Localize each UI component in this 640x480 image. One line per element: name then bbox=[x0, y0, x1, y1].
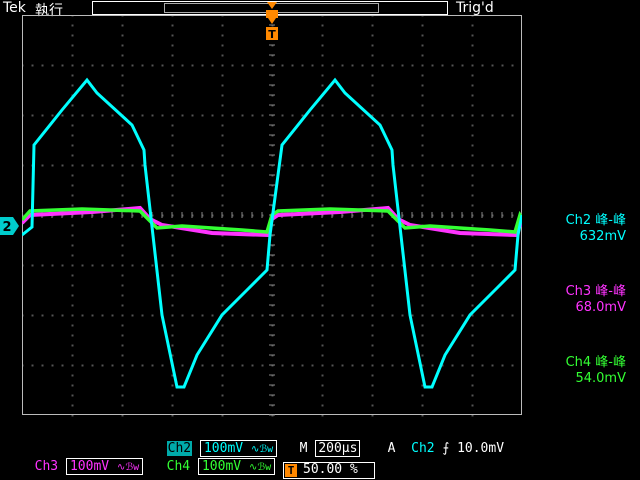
ch3-label: Ch3 bbox=[34, 459, 59, 474]
measurement-value: 68.0mV bbox=[575, 300, 626, 315]
svg-text:2: 2 bbox=[2, 220, 11, 235]
ch4-scale: 100mV bbox=[201, 459, 242, 474]
ch2-pk-pk-measurement[interactable]: Ch2 峰-峰 632mV bbox=[536, 213, 626, 245]
trigger-mode: A bbox=[387, 441, 396, 456]
ch4-coupling-icon: ∿ℬw bbox=[248, 462, 272, 473]
waveform-display[interactable] bbox=[22, 15, 522, 425]
measurement-value: 54.0mV bbox=[575, 371, 626, 386]
ch4-pk-pk-measurement[interactable]: Ch4 峰-峰 54.0mV bbox=[536, 355, 626, 387]
trigger-status: Trig'd bbox=[456, 0, 494, 16]
ch3-coupling-icon: ∿ℬw bbox=[116, 462, 140, 473]
trigger-position-marker[interactable]: T bbox=[263, 0, 281, 42]
trigger-marker-label: T bbox=[268, 28, 276, 41]
measurement-label: Ch2 峰-峰 bbox=[565, 213, 626, 228]
trigger-source: Ch2 bbox=[411, 441, 435, 456]
timebase-setting[interactable]: M 200µs bbox=[284, 425, 361, 457]
trigger-position-value: 50.00 % bbox=[303, 462, 358, 477]
ch4-label: Ch4 bbox=[166, 459, 191, 474]
timebase-value: 200µs bbox=[315, 440, 361, 457]
ch3-setting[interactable]: Ch3 100mV ∿ℬw bbox=[19, 443, 144, 476]
measurement-label: Ch3 峰-峰 bbox=[565, 284, 626, 299]
ch2-ground-marker[interactable]: 2 bbox=[0, 217, 20, 235]
measurement-value: 632mV bbox=[579, 229, 626, 244]
trigger-position-icon: T bbox=[285, 464, 297, 477]
measurement-label: Ch4 峰-峰 bbox=[565, 355, 626, 370]
timebase-label: M bbox=[299, 441, 308, 456]
trigger-level: 10.0mV bbox=[457, 441, 505, 456]
ch4-setting[interactable]: Ch4 100mV ∿ℬw bbox=[151, 443, 276, 476]
ch3-scale: 100mV bbox=[69, 459, 110, 474]
trigger-slope-icon: ⨍ bbox=[442, 441, 450, 456]
brand-logo: Tek bbox=[3, 0, 26, 16]
ch3-pk-pk-measurement[interactable]: Ch3 峰-峰 68.0mV bbox=[536, 284, 626, 316]
trigger-setting[interactable]: A Ch2 ⨍ 10.0mV bbox=[372, 425, 504, 457]
